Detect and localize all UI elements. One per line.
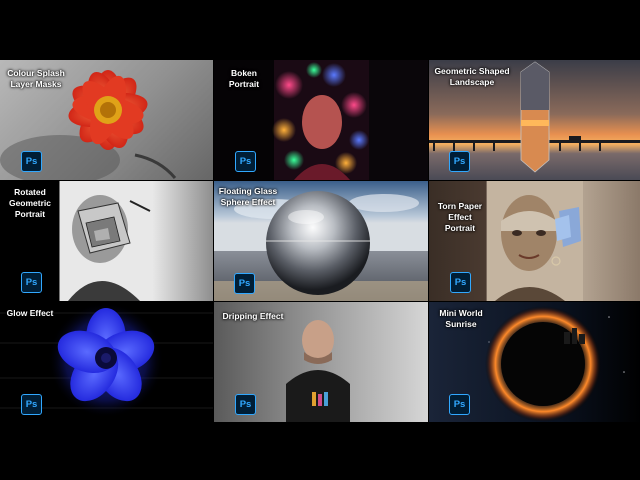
tile-dripping-effect[interactable]: Dripping Effect Ps [214,302,428,422]
tile-title: Glow Effect [6,308,54,318]
tile-title: Geometric Shaped Landscape [434,66,510,87]
tile-title: Colour Splash Layer Masks [7,68,65,89]
tile-glass-sphere[interactable]: Floating Glass Sphere Effect Ps [214,181,428,301]
tile-title: Torn Paper Effect Portrait [437,201,483,233]
photoshop-logo-icon: Ps [21,394,42,415]
tile-colour-splash[interactable]: Colour Splash Layer Masks Ps [0,60,213,180]
photoshop-logo-icon: Ps [450,272,471,293]
tile-title: Mini World Sunrise [439,308,483,329]
photoshop-logo-icon: Ps [235,151,256,172]
tile-torn-paper[interactable]: Torn Paper Effect Portrait Ps [429,181,640,301]
photoshop-logo-icon: Ps [449,151,470,172]
tile-title: Dripping Effect [222,311,284,321]
tile-mini-world[interactable]: Mini World Sunrise Ps [429,302,640,422]
photoshop-logo-icon: Ps [21,151,42,172]
photoshop-logo-icon: Ps [449,394,470,415]
photoshop-logo-icon: Ps [234,273,255,294]
tile-geometric-landscape[interactable]: Geometric Shaped Landscape Ps [429,60,640,180]
tile-title: Rotated Geometric Portrait [8,187,52,219]
tile-glow-effect[interactable]: Glow Effect Ps [0,302,213,422]
tile-rotated-portrait[interactable]: Rotated Geometric Portrait Ps [0,181,213,301]
tile-boken-portrait[interactable]: Boken Portrait Ps [214,60,428,180]
photoshop-logo-icon: Ps [21,272,42,293]
tile-title: Floating Glass Sphere Effect [218,186,278,207]
tile-title: Boken Portrait [228,68,260,89]
thumbnail-collage: Colour Splash Layer Masks Ps Boken Portr… [0,0,640,480]
photoshop-logo-icon: Ps [235,394,256,415]
tutorial-grid: Colour Splash Layer Masks Ps Boken Portr… [0,60,640,422]
